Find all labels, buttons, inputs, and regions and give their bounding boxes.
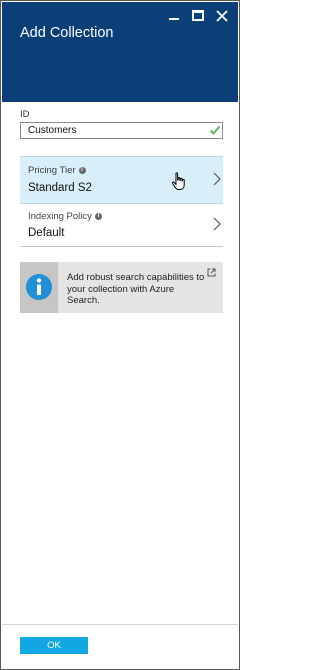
hand-cursor-icon — [171, 172, 185, 190]
indexing-policy-value: Default — [28, 227, 65, 239]
info-icon — [26, 274, 52, 300]
id-input[interactable] — [20, 122, 223, 139]
chevron-right-icon — [213, 172, 221, 186]
chevron-right-icon — [213, 217, 221, 231]
info-icon[interactable]: i — [78, 167, 86, 174]
window-controls — [168, 10, 228, 22]
promo-text: Add robust search capabilities to your c… — [67, 272, 205, 306]
footer-divider — [2, 624, 238, 625]
pricing-tier-label-text: Pricing Tier — [28, 165, 76, 176]
info-icon[interactable]: i — [94, 213, 102, 220]
azure-search-promo[interactable]: Add robust search capabilities to your c… — [20, 262, 223, 313]
maximize-icon[interactable] — [192, 10, 204, 21]
id-label: ID — [20, 109, 30, 120]
pricing-tier-row[interactable]: Pricing Tier i Standard S2 — [20, 156, 223, 204]
close-icon[interactable] — [216, 10, 228, 22]
ok-button[interactable]: OK — [20, 637, 88, 654]
indexing-policy-label-text: Indexing Policy — [28, 211, 92, 222]
external-link-icon[interactable] — [207, 268, 216, 277]
check-icon — [209, 125, 221, 135]
promo-icon-box — [20, 262, 58, 313]
indexing-policy-label: Indexing Policy i — [28, 211, 102, 222]
minimize-icon[interactable] — [168, 10, 180, 22]
blade-header: Add Collection — [2, 2, 238, 102]
pricing-tier-value: Standard S2 — [28, 182, 92, 194]
indexing-policy-row[interactable]: Indexing Policy i Default — [20, 205, 223, 247]
add-collection-blade: Add Collection ID Pricing Tier i Standar… — [0, 0, 240, 670]
pricing-tier-label: Pricing Tier i — [28, 165, 86, 176]
blade-title: Add Collection — [20, 25, 114, 41]
